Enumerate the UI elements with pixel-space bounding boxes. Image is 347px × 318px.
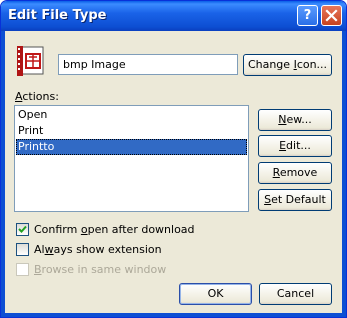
new-label-text: ew... xyxy=(286,113,312,126)
change-icon-label-pre: Change xyxy=(247,58,294,71)
actions-list[interactable]: Open Print Printto xyxy=(14,105,249,212)
ok-label: OK xyxy=(207,287,224,300)
browse-same-label-hotkey: B xyxy=(34,263,42,276)
set-default-button[interactable]: Set Default xyxy=(258,189,332,211)
close-button[interactable] xyxy=(321,5,342,26)
always-show-extension-label[interactable]: Always show extension xyxy=(34,243,162,256)
remove-label-hotkey: R xyxy=(272,166,280,179)
browse-same-window-label: Browse in same window xyxy=(34,263,166,276)
always-show-label-post: ays show extension xyxy=(53,243,162,256)
remove-label-text: emove xyxy=(279,166,318,179)
new-button[interactable]: New... xyxy=(258,109,332,131)
confirm-open-label[interactable]: Confirm open after download xyxy=(34,223,195,236)
list-item-printto[interactable]: Printto xyxy=(16,139,247,155)
set-default-label-text: et Default xyxy=(271,193,326,206)
edit-file-type-dialog: Edit File Type ? bmp Image Change Icon..… xyxy=(0,0,347,318)
checkmark-icon xyxy=(18,225,27,233)
help-button[interactable]: ? xyxy=(297,5,318,26)
always-show-label-hotkey: w xyxy=(44,243,54,256)
window-title: Edit File Type xyxy=(8,8,107,23)
bmp-file-icon xyxy=(17,46,44,76)
change-icon-label-post: con... xyxy=(296,58,328,71)
cancel-button[interactable]: Cancel xyxy=(259,283,332,305)
browse-same-label-post: rowse in same window xyxy=(41,263,167,276)
confirm-open-label-hotkey: o xyxy=(80,223,88,236)
actions-label: Actions: xyxy=(15,90,59,103)
help-icon: ? xyxy=(303,8,312,23)
edit-button[interactable]: Edit... xyxy=(258,135,332,157)
cancel-label: Cancel xyxy=(276,287,315,300)
remove-button[interactable]: Remove xyxy=(258,162,332,184)
browse-same-window-checkbox xyxy=(16,263,29,276)
ok-button[interactable]: OK xyxy=(179,283,252,305)
list-item-open[interactable]: Open xyxy=(16,107,247,123)
close-icon xyxy=(325,9,338,22)
always-show-extension-checkbox[interactable] xyxy=(16,243,29,256)
confirm-open-label-post: pen after download xyxy=(87,223,195,236)
title-bar[interactable]: Edit File Type ? xyxy=(1,1,346,31)
edit-label-text: dit... xyxy=(286,139,311,152)
always-show-label-pre: Al xyxy=(34,243,45,256)
list-item-print[interactable]: Print xyxy=(16,123,247,139)
file-type-name-field[interactable]: bmp Image xyxy=(58,54,238,75)
change-icon-button[interactable]: Change Icon... xyxy=(243,54,332,76)
confirm-open-checkbox[interactable] xyxy=(16,223,29,236)
edit-label-hotkey: E xyxy=(279,139,287,152)
confirm-open-label-pre: Confirm xyxy=(34,223,81,236)
actions-label-text: ctions: xyxy=(22,90,59,103)
